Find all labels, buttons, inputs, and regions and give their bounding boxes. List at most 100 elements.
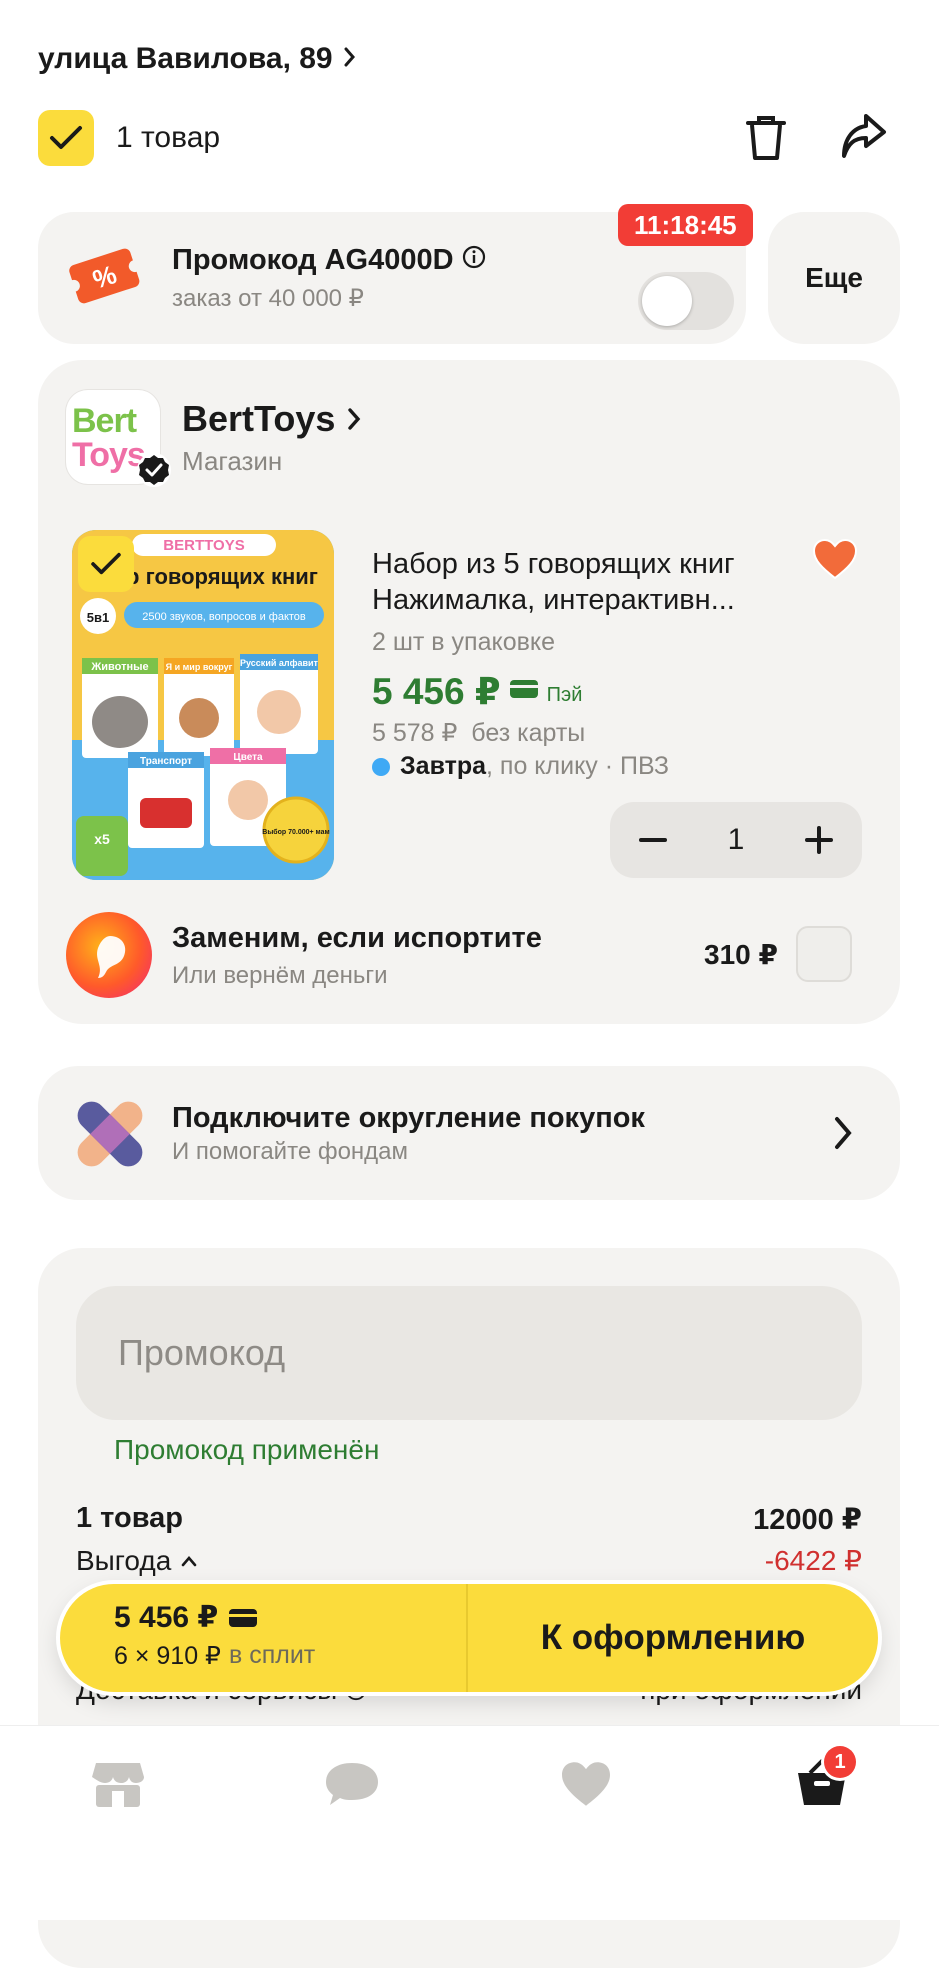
charity-icon: [74, 1098, 146, 1175]
product-price: 5 456 ₽: [372, 671, 501, 712]
promo-input-placeholder: Промокод: [118, 1332, 286, 1373]
promo-toggle[interactable]: [638, 272, 734, 330]
product-image[interactable]: BERTTOYS р говорящих книг 5в1 2500 звуко…: [72, 530, 334, 880]
quantity-value: 1: [727, 823, 745, 856]
promo-timer: 11:18:45: [618, 204, 753, 246]
store-name: BertToys: [182, 398, 336, 439]
select-all-label: 1 товар: [116, 121, 221, 154]
image-subtitle-text: 2500 звуков, вопросов и фактов: [142, 611, 306, 623]
chevron-up-icon: [181, 1555, 197, 1566]
rounding-title: Подключите округление покупок: [172, 1102, 645, 1134]
minus-button[interactable]: [638, 825, 668, 855]
store-card: Bert Toys BertToys Магазин BERTTOYS р го…: [38, 360, 900, 1024]
select-all-checkbox[interactable]: [38, 110, 94, 166]
address-text: улица Вавилова, 89: [38, 42, 333, 75]
tab-favorites[interactable]: [546, 1744, 626, 1824]
quantity-stepper[interactable]: 1: [610, 802, 862, 878]
rounding-card[interactable]: Подключите округление покупок И помогайт…: [38, 1066, 900, 1200]
image-title-text: р говорящих книг: [126, 564, 318, 589]
delete-button[interactable]: [734, 106, 798, 170]
delivery-address[interactable]: улица Вавилова, 89: [38, 42, 357, 76]
more-button[interactable]: Еще: [768, 212, 900, 344]
summary-benefit-row[interactable]: Выгода -6422 ₽: [76, 1544, 862, 1577]
checkout-button[interactable]: К оформлению: [468, 1584, 878, 1692]
percent-ticket-icon: %: [66, 244, 142, 311]
promo-title: Промокод AG4000D: [172, 244, 454, 276]
protection-subtitle: Или вернём деньги: [172, 962, 388, 989]
bottom-tab-bar: 1: [0, 1726, 939, 1920]
trash-icon: [746, 116, 786, 160]
image-x5-text: x5: [94, 831, 110, 847]
more-label: Еще: [805, 262, 863, 293]
share-button[interactable]: [830, 106, 894, 170]
rounding-subtitle: И помогайте фондам: [172, 1138, 409, 1165]
product-title[interactable]: Набор из 5 говорящих книг Нажималка, инт…: [372, 546, 812, 618]
delivery-details: , по клику · ПВЗ: [486, 752, 669, 780]
checkout-price: 5 456 ₽: [114, 1601, 219, 1634]
cart-badge: 1: [824, 1746, 856, 1778]
toggle-knob: [642, 276, 692, 326]
check-icon: [91, 552, 121, 575]
product-title-line1: Набор из 5 говорящих книг: [372, 548, 735, 580]
chat-icon: [326, 1763, 378, 1805]
store-icon: [92, 1763, 144, 1807]
promo-subtitle: заказ от 40 000 ₽: [172, 285, 364, 312]
delivery-dot-icon: [372, 757, 390, 776]
select-all-row[interactable]: 1 товар: [38, 110, 220, 166]
pay-label: Пэй: [546, 684, 583, 706]
summary-benefit-value: -6422 ₽: [764, 1545, 862, 1576]
share-icon: [842, 114, 886, 158]
image-brand-text: BERTTOYS: [163, 537, 244, 554]
chevron-right-icon: [834, 1116, 852, 1155]
image-book-world: Я и мир вокруг: [166, 662, 233, 672]
tab-store[interactable]: [78, 1744, 158, 1824]
promo-title-row: Промокод AG4000D: [172, 244, 486, 277]
delivery-day: Завтра: [400, 752, 487, 780]
protection-checkbox[interactable]: [796, 926, 852, 982]
check-icon: [50, 126, 82, 149]
promo-applied-text: Промокод применён: [114, 1434, 380, 1465]
promo-code-input[interactable]: Промокод: [76, 1286, 862, 1420]
summary-benefit-label: Выгода: [76, 1544, 172, 1576]
protection-title: Заменим, если испортите: [172, 922, 542, 954]
delivery-info: Завтра, по клику · ПВЗ: [372, 752, 669, 781]
tab-messages[interactable]: [312, 1744, 392, 1824]
image-book-colors: Цвета: [233, 752, 263, 763]
chevron-right-icon: [348, 408, 361, 430]
image-badge-text: 5в1: [87, 610, 109, 625]
summary-items-row: 1 товар 12000 ₽: [76, 1502, 862, 1537]
minus-icon: [639, 838, 667, 842]
summary-items-label: 1 товар: [76, 1502, 184, 1534]
split-suffix: в сплит: [228, 1641, 316, 1669]
product-price-row: 5 456 ₽ Пэй: [372, 670, 582, 713]
card-icon: [509, 678, 539, 705]
image-book-transport: Транспорт: [140, 756, 192, 767]
checkout-bar[interactable]: 5 456 ₽ 6 × 910 ₽ в сплит К оформлению: [60, 1584, 878, 1692]
favorite-button[interactable]: [812, 538, 858, 585]
logo-text-bottom: Toys: [72, 436, 146, 474]
summary-items-value: 12000 ₽: [753, 1504, 862, 1536]
logo-text-top: Bert: [72, 402, 137, 440]
protection-price: 310 ₽: [704, 939, 778, 970]
checkout-price-block[interactable]: 5 456 ₽ 6 × 910 ₽ в сплит: [60, 1584, 468, 1692]
chevron-right-icon: [343, 42, 357, 76]
product-checkbox[interactable]: [78, 536, 134, 592]
checkout-button-label: К оформлению: [540, 1618, 806, 1657]
store-type: Магазин: [182, 446, 283, 476]
price-without-card: 5 578 ₽ без карты: [372, 719, 586, 747]
info-icon[interactable]: [462, 244, 486, 277]
plus-icon: [805, 826, 833, 854]
image-book-alphabet: Русский алфавит: [240, 658, 319, 668]
split-amount: 6 × 910 ₽: [114, 1642, 221, 1670]
protection-icon: [66, 912, 152, 998]
heart-icon: [562, 1762, 610, 1806]
product-title-line2: Нажималка, интерактивн...: [372, 584, 735, 616]
store-link[interactable]: BertToys: [182, 398, 361, 440]
heart-icon: [812, 538, 858, 580]
product-pack: 2 шт в упаковке: [372, 628, 555, 656]
verified-badge-icon: [136, 452, 172, 488]
plus-button[interactable]: [804, 825, 834, 855]
card-icon: [229, 1608, 258, 1627]
image-seal-text: Выбор 70.000+ мам: [262, 828, 329, 836]
image-book-animals: Животные: [90, 661, 148, 673]
